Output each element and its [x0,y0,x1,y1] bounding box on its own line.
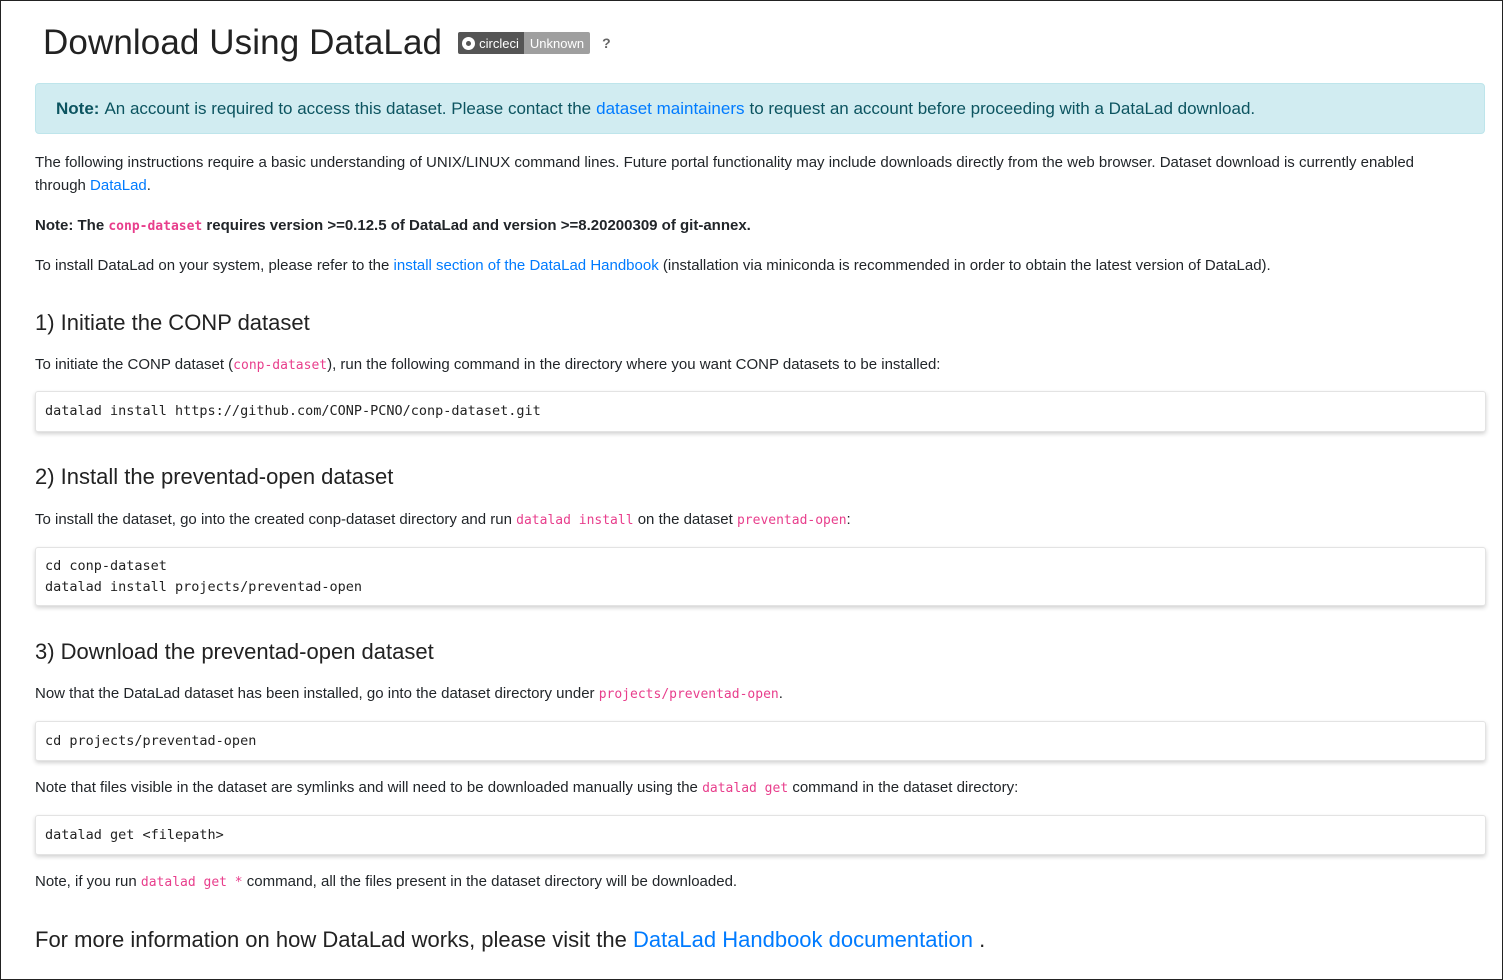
version-note-prefix: Note: The [35,217,109,234]
step2-text-suffix: : [846,511,851,528]
step1-text-prefix: To initiate the CONP dataset ( [35,356,234,373]
datalad-link[interactable]: DataLad [90,177,147,194]
get-all-code: datalad get * [140,875,243,890]
account-alert: Note: An account is required to access t… [35,83,1485,134]
intro-line1: The following instructions require a bas… [35,154,1415,171]
version-note-suffix: requires version >=0.12.5 of DataLad and… [202,217,751,234]
step3-text: Now that the DataLad dataset has been in… [35,682,783,706]
footer-suffix: . [972,927,986,952]
symlink-note-prefix: Note that files visible in the dataset a… [35,779,703,796]
install-handbook-link[interactable]: install section of the DataLad Handbook [394,257,659,274]
intro-line2-prefix: through [35,177,91,194]
step2-heading: 2) Install the preventad-open dataset [35,464,394,489]
get-all-note: Note, if you run datalad get * command, … [35,870,737,894]
intro-paragraph: The following instructions require a bas… [35,151,1490,197]
install-suffix: (installation via miniconda is recommend… [658,257,1271,274]
get-all-suffix: command, all the files present in the da… [242,873,738,890]
badge-left: circleci [458,32,524,54]
step2-command[interactable]: cd conp-dataset datalad install projects… [35,547,1486,606]
alert-text-after: to request an account before proceeding … [749,98,1256,118]
symlink-note: Note that files visible in the dataset a… [35,776,1018,800]
alert-label: Note: [56,98,100,118]
step2-code2: preventad-open [736,513,847,528]
step2-code1: datalad install [516,513,634,528]
alert-text-before: An account is required to access this da… [104,98,592,118]
version-note-code: conp-dataset [108,219,203,234]
dataset-maintainers-link[interactable]: dataset maintainers [596,99,744,119]
symlink-note-suffix: command in the dataset directory: [788,779,1019,796]
step1-heading: 1) Initiate the CONP dataset [35,310,310,335]
step1-text-suffix: ), run the following command in the dire… [327,356,941,373]
step3-text-prefix: Now that the DataLad dataset has been in… [35,685,599,702]
symlink-note-code: datalad get [702,781,789,796]
step3-text-suffix: . [778,685,783,702]
footer-prefix: For more information on how DataLad work… [35,927,633,952]
handbook-documentation-link[interactable]: DataLad Handbook documentation [633,927,973,952]
page-title: Download Using DataLad [43,23,443,62]
step3-command[interactable]: cd projects/preventad-open [35,721,1486,761]
get-all-prefix: Note, if you run [35,873,141,890]
step2-text-mid: on the dataset [633,511,737,528]
step1-text: To initiate the CONP dataset (conp-datas… [35,353,940,377]
install-prefix: To install DataLad on your system, pleas… [35,257,394,274]
circleci-badge[interactable]: circleci Unknown [458,32,591,54]
footer-text: For more information on how DataLad work… [35,927,985,953]
badge-left-label: circleci [479,35,519,51]
get-command[interactable]: datalad get <filepath> [35,815,1486,855]
step1-command[interactable]: datalad install https://github.com/CONP-… [35,391,1486,432]
intro-suffix: . [146,177,151,194]
circleci-icon [462,36,476,50]
step3-code: projects/preventad-open [598,687,779,702]
step1-code: conp-dataset [233,358,328,373]
install-paragraph: To install DataLad on your system, pleas… [35,254,1271,277]
help-icon[interactable]: ? [602,35,611,51]
badge-status: Unknown [523,32,591,54]
title-row: Download Using DataLad circleci Unknown … [43,23,611,63]
step2-text: To install the dataset, go into the crea… [35,508,851,532]
version-note: Note: The conp-dataset requires version … [35,214,751,238]
step3-heading: 3) Download the preventad-open dataset [35,639,434,664]
page: Download Using DataLad circleci Unknown … [0,0,1503,980]
step2-text-prefix: To install the dataset, go into the crea… [35,511,517,528]
